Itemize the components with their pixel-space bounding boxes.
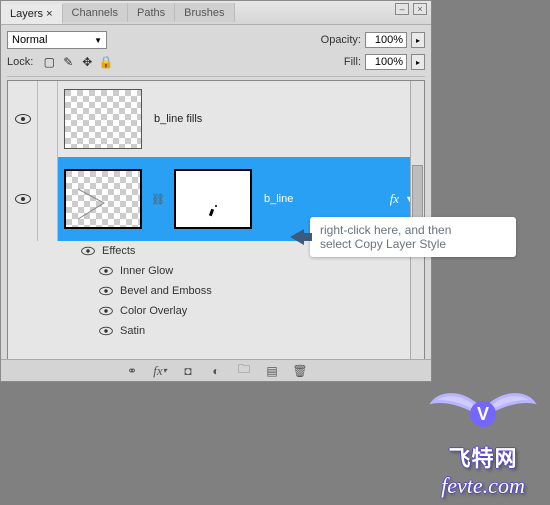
layer-thumbnail[interactable] [64, 89, 142, 149]
layer-name: b_line [258, 193, 293, 205]
fill-input[interactable]: 100% [365, 54, 407, 70]
tab-paths[interactable]: Paths [128, 3, 175, 22]
effect-label: Bevel and Emboss [120, 285, 212, 297]
callout-line: right-click here, and then [320, 223, 451, 237]
arrow-left-icon [290, 229, 304, 245]
effect-bevel-emboss[interactable]: Bevel and Emboss [80, 281, 424, 301]
mask-thumbnail[interactable] [174, 169, 252, 229]
effect-inner-glow[interactable]: Inner Glow [80, 261, 424, 281]
link-layers-icon[interactable]: ⚭ [123, 364, 141, 378]
minimize-button[interactable]: – [395, 3, 409, 15]
watermark-logo: V 飞特网 fevte.com [428, 382, 538, 499]
add-mask-icon[interactable]: ◘ [179, 364, 197, 378]
opacity-flyout[interactable]: ▸ [411, 32, 425, 48]
lock-brush-icon[interactable]: ✎ [60, 54, 76, 70]
layer-row-bline-fills[interactable]: b_line fills [8, 81, 424, 157]
panel-tabs: Layers × Channels Paths Brushes – × [1, 1, 431, 25]
blend-mode-select[interactable]: Normal ▼ [7, 31, 107, 49]
eye-icon[interactable] [15, 194, 31, 204]
blend-mode-value: Normal [12, 34, 47, 46]
mask-link-icon[interactable]: ⛓ [148, 193, 168, 206]
tab-brushes[interactable]: Brushes [175, 3, 234, 22]
effect-label: Color Overlay [120, 305, 187, 317]
eye-icon[interactable] [99, 307, 113, 316]
logo-en-text: fevte.com [428, 473, 538, 499]
layer-thumbnail[interactable] [64, 169, 142, 229]
close-button[interactable]: × [413, 3, 427, 15]
vector-path [74, 185, 114, 221]
tab-label: Layers [10, 8, 43, 20]
lock-transparent-icon[interactable]: ▢ [41, 54, 57, 70]
eye-icon[interactable] [99, 287, 113, 296]
tooltip-callout: right-click here, and then select Copy L… [310, 217, 516, 257]
new-group-icon[interactable]: 🗀 [235, 360, 253, 381]
opacity-input[interactable]: 100% [365, 32, 407, 48]
lock-move-icon[interactable]: ✥ [79, 54, 95, 70]
fx-badge[interactable]: fx [390, 191, 399, 207]
fill-label: Fill: [344, 56, 361, 68]
effect-satin[interactable]: Satin [80, 321, 424, 341]
tab-layers[interactable]: Layers × [1, 4, 63, 24]
effect-color-overlay[interactable]: Color Overlay [80, 301, 424, 321]
panel-footer: ⚭ fx▾ ◘ ◐ 🗀 ▤ 🗑 [1, 359, 431, 381]
opacity-label: Opacity: [321, 34, 361, 46]
tab-channels[interactable]: Channels [63, 3, 128, 22]
eye-icon[interactable] [99, 327, 113, 336]
effect-label: Satin [120, 325, 145, 337]
lock-all-icon[interactable]: 🔒 [98, 54, 114, 70]
logo-cn-text: 飞特网 [428, 441, 538, 473]
eye-icon[interactable] [81, 247, 95, 256]
delete-layer-icon[interactable]: 🗑 [291, 364, 309, 378]
eye-icon[interactable] [99, 267, 113, 276]
callout-line: select Copy Layer Style [320, 237, 451, 251]
effect-label: Inner Glow [120, 265, 173, 277]
lock-label: Lock: [7, 56, 33, 68]
svg-text:V: V [477, 404, 489, 424]
new-layer-icon[interactable]: ▤ [263, 364, 281, 378]
layers-panel: Layers × Channels Paths Brushes – × Norm… [0, 0, 432, 382]
wings-icon: V [428, 382, 538, 441]
adjustment-icon[interactable]: ◐ [207, 364, 225, 378]
fx-menu-icon[interactable]: fx▾ [151, 363, 169, 379]
fill-flyout[interactable]: ▸ [411, 54, 425, 70]
effects-label: Effects [102, 245, 135, 257]
chevron-down-icon: ▼ [94, 36, 102, 45]
layer-name: b_line fills [148, 113, 202, 125]
eye-icon[interactable] [15, 114, 31, 124]
